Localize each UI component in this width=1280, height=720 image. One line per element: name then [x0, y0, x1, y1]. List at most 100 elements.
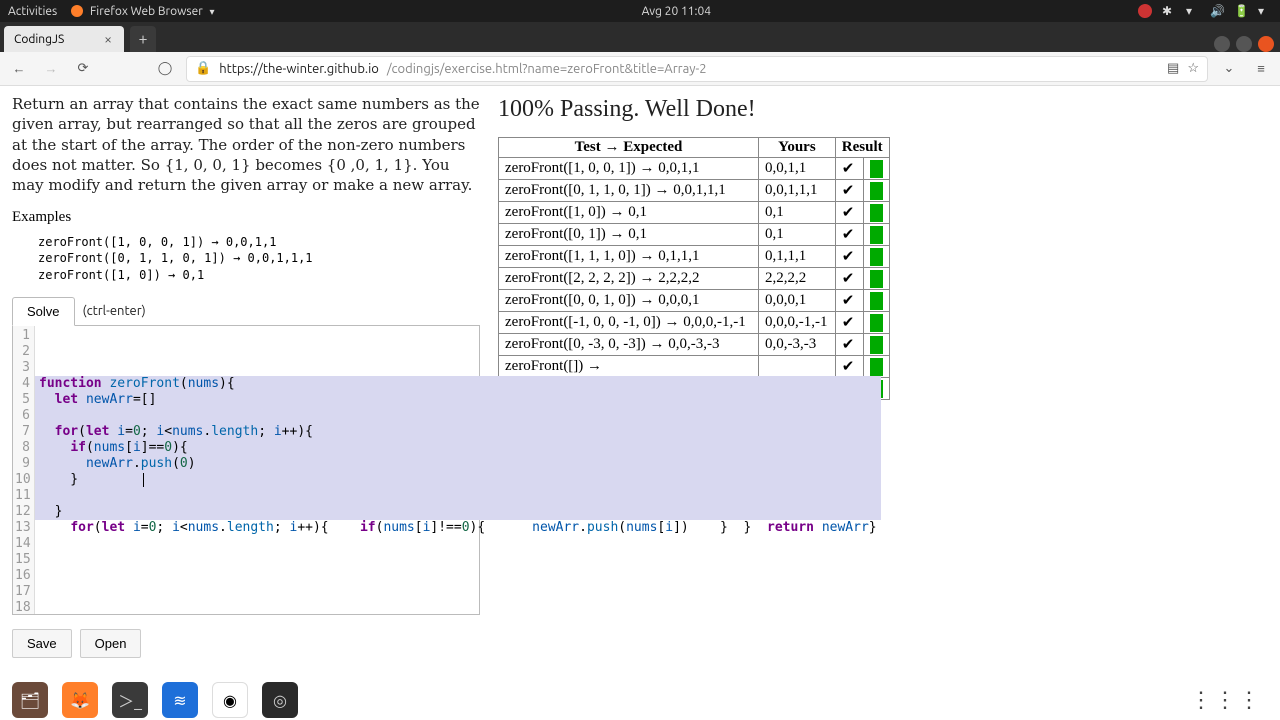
code-line[interactable]	[35, 488, 881, 504]
examples-block: zeroFront([1, 0, 0, 1]) → 0,0,1,1 zeroFr…	[38, 234, 480, 283]
code-line[interactable]: }	[35, 472, 881, 488]
window-maximize-button[interactable]	[1236, 36, 1252, 52]
table-row: zeroFront([2, 2, 2, 2]) → 2,2,2,22,2,2,2…	[499, 268, 890, 290]
text-cursor	[143, 473, 144, 487]
app-menu-icon[interactable]: ≡	[1250, 61, 1272, 76]
code-line[interactable]: }	[35, 504, 881, 520]
col-test: Test → Expected	[499, 138, 759, 158]
network-icon[interactable]: ▾	[1186, 4, 1200, 18]
cell-yours: 0,0,1,1	[759, 158, 836, 180]
window-minimize-button[interactable]	[1214, 36, 1230, 52]
bookmark-star-icon[interactable]: ☆	[1187, 61, 1199, 76]
back-button[interactable]: ←	[8, 58, 30, 80]
open-button[interactable]: Open	[80, 629, 142, 658]
table-row: zeroFront([1, 0]) → 0,10,1✔	[499, 202, 890, 224]
cell-test: zeroFront([0, 0, 1, 0]) → 0,0,0,1	[499, 290, 759, 312]
lock-icon: 🔒	[195, 61, 211, 76]
window-controls	[1214, 36, 1280, 52]
code-line[interactable]: newArr.push(0)	[35, 456, 881, 472]
solve-button[interactable]: Solve	[12, 297, 75, 326]
firefox-tabstrip: CodingJS × +	[0, 22, 1280, 52]
code-line[interactable]: function zeroFront(nums){	[35, 376, 881, 392]
table-row: zeroFront([0, 1]) → 0,10,1✔	[499, 224, 890, 246]
table-row: zeroFront([1, 0, 0, 1]) → 0,0,1,10,0,1,1…	[499, 158, 890, 180]
editor-gutter: 123456789101112131415161718	[13, 326, 35, 614]
dock-apps-grid-icon[interactable]: ⋮⋮⋮	[1190, 687, 1262, 713]
table-row: zeroFront([0, 1, 1, 0, 1]) → 0,0,1,1,10,…	[499, 180, 890, 202]
solve-hint: (ctrl-enter)	[83, 304, 146, 318]
cell-result	[863, 180, 889, 202]
code-line[interactable]: for(let i=0; i<nums.length; i++){	[55, 520, 329, 535]
cell-yours: 0,1,1,1	[759, 246, 836, 268]
bluetooth-icon[interactable]: ✱	[1162, 4, 1176, 18]
code-line[interactable]	[35, 408, 881, 424]
dock-firefox-icon[interactable]: 🦊	[62, 682, 98, 718]
cell-result	[863, 268, 889, 290]
code-line[interactable]: }	[689, 520, 728, 535]
reload-button[interactable]: ⟳	[72, 58, 94, 80]
problem-description: Return an array that contains the exact …	[12, 94, 480, 195]
cell-test: zeroFront([0, 1]) → 0,1	[499, 224, 759, 246]
dock-obs-icon[interactable]: ◎	[262, 682, 298, 718]
cell-result	[863, 290, 889, 312]
cell-mark: ✔	[835, 268, 863, 290]
cell-yours: 0,1	[759, 202, 836, 224]
browser-tab[interactable]: CodingJS ×	[4, 26, 124, 52]
cell-yours: 0,0,1,1,1	[759, 180, 836, 202]
table-row: zeroFront([1, 1, 1, 0]) → 0,1,1,10,1,1,1…	[499, 246, 890, 268]
forward-button[interactable]: →	[40, 58, 62, 80]
shield-icon[interactable]: ◯	[154, 58, 176, 80]
code-line[interactable]: let newArr=[]	[35, 392, 881, 408]
tab-title: CodingJS	[14, 33, 64, 46]
app-menu[interactable]: Firefox Web Browser	[71, 5, 214, 18]
code-line[interactable]: }	[869, 520, 877, 535]
cell-mark: ✔	[835, 158, 863, 180]
cell-yours: 0,0,0,1	[759, 290, 836, 312]
address-bar[interactable]: 🔒 https://the-winter.github.io/codingjs/…	[186, 56, 1208, 82]
col-yours: Yours	[759, 138, 836, 158]
new-tab-button[interactable]: +	[130, 26, 156, 52]
screencast-icon[interactable]	[1138, 4, 1152, 18]
cell-result	[863, 224, 889, 246]
editor-code[interactable]: function zeroFront(nums){ let newArr=[] …	[35, 326, 881, 614]
url-path: /codingjs/exercise.html?name=zeroFront&t…	[387, 62, 707, 76]
tab-close-icon[interactable]: ×	[102, 31, 114, 47]
gnome-topbar: Activities Firefox Web Browser Avg 20 11…	[0, 0, 1280, 22]
cell-mark: ✔	[835, 290, 863, 312]
code-line[interactable]: }	[728, 520, 751, 535]
code-line[interactable]: newArr.push(nums[i])	[485, 520, 689, 535]
save-button[interactable]: Save	[12, 629, 72, 658]
code-line[interactable]	[47, 520, 55, 535]
clock[interactable]: Avg 20 11:04	[215, 5, 1138, 18]
window-close-button[interactable]	[1258, 36, 1274, 52]
activities-button[interactable]: Activities	[8, 5, 57, 18]
result-heading: 100% Passing. Well Done!	[498, 96, 1268, 123]
col-result: Result	[835, 138, 889, 158]
dock-chrome-icon[interactable]: ◉	[212, 682, 248, 718]
cell-mark: ✔	[835, 202, 863, 224]
cell-test: zeroFront([0, 1, 1, 0, 1]) → 0,0,1,1,1	[499, 180, 759, 202]
cell-test: zeroFront([1, 0]) → 0,1	[499, 202, 759, 224]
dock-terminal-icon[interactable]: ＞_	[112, 682, 148, 718]
cell-test: zeroFront([1, 0, 0, 1]) → 0,0,1,1	[499, 158, 759, 180]
cell-mark: ✔	[835, 180, 863, 202]
code-line[interactable]: return newArr	[751, 520, 868, 535]
cell-mark: ✔	[835, 224, 863, 246]
code-line[interactable]: for(let i=0; i<nums.length; i++){	[35, 424, 881, 440]
code-line[interactable]	[39, 520, 47, 535]
code-line[interactable]: if(nums[i]==0){	[35, 440, 881, 456]
dock-vscode-icon[interactable]: ≋	[162, 682, 198, 718]
pocket-icon[interactable]: ⌄	[1218, 61, 1240, 76]
code-editor[interactable]: 123456789101112131415161718 function zer…	[12, 325, 480, 615]
cell-mark: ✔	[835, 246, 863, 268]
power-icon[interactable]: ▾	[1258, 4, 1272, 18]
code-line[interactable]: if(nums[i]!==0){	[329, 520, 486, 535]
cell-result	[863, 246, 889, 268]
dock-files-icon[interactable]: 🗂	[12, 682, 48, 718]
cell-result	[863, 158, 889, 180]
battery-icon[interactable]: 🔋	[1234, 4, 1248, 18]
volume-icon[interactable]: 🔊	[1210, 4, 1224, 18]
cell-test: zeroFront([2, 2, 2, 2]) → 2,2,2,2	[499, 268, 759, 290]
url-host: https://the-winter.github.io	[219, 62, 379, 76]
reader-mode-icon[interactable]: ▤	[1167, 61, 1179, 76]
